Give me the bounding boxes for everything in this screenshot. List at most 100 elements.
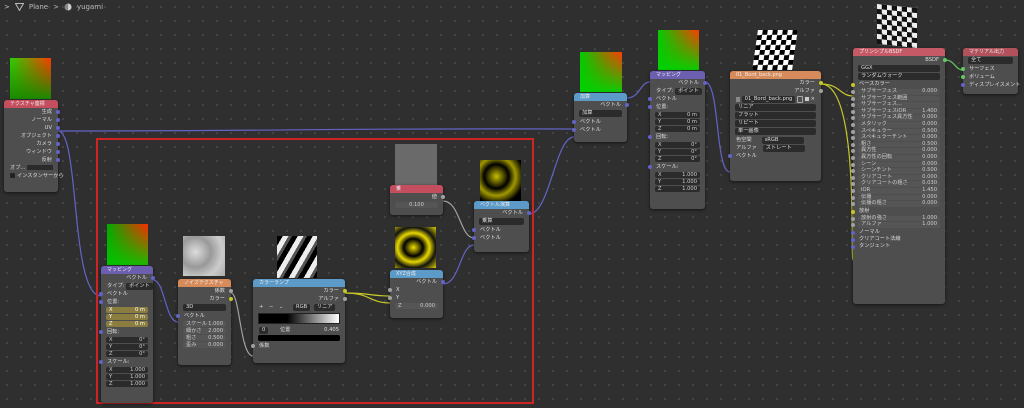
input-socket[interactable] <box>851 129 855 134</box>
dimensions-dropdown[interactable]: 3D <box>183 304 226 311</box>
sss-method-dropdown[interactable]: ランダムウォーク <box>858 73 940 80</box>
bsdf-input-field[interactable]: シーンチント 0.500 <box>851 168 940 174</box>
input-socket[interactable] <box>851 188 855 193</box>
input-socket[interactable] <box>851 230 855 235</box>
node-noise-texture[interactable]: ノイズテクスチャ 係数 カラー 3D ベクトル スケール 1.000 細かさ 2.0… <box>176 279 233 365</box>
output-socket[interactable] <box>151 276 155 280</box>
scale-z[interactable]: Z 1.000 <box>106 381 148 387</box>
interpolation-dropdown[interactable]: リニア <box>313 304 336 311</box>
image-name-field[interactable]: 01_Bord_back.png <box>741 95 796 103</box>
remove-stop-button[interactable]: − <box>269 304 273 310</box>
instancer-checkbox[interactable]: インスタンサーから <box>4 172 64 180</box>
output-socket[interactable] <box>56 158 60 162</box>
input-socket[interactable] <box>851 244 855 249</box>
input-socket[interactable] <box>648 165 652 169</box>
output-socket[interactable] <box>56 126 60 130</box>
object-picker[interactable]: オブ... <box>4 164 58 172</box>
bsdf-input-field[interactable]: スペキュラーチント 0.000 <box>851 135 940 141</box>
rotation-y[interactable]: Y 0° <box>655 149 700 155</box>
output-socket[interactable] <box>56 118 60 122</box>
node-mapping-1[interactable]: マッピング ベクトル タイプ: ポイント ベクトル 位置: X0 m Y0 m … <box>99 266 155 403</box>
output-socket[interactable] <box>527 211 531 215</box>
output-socket[interactable] <box>229 297 233 301</box>
output-socket[interactable] <box>819 89 823 93</box>
input-socket[interactable] <box>472 236 476 240</box>
input-socket[interactable] <box>851 155 855 160</box>
scale-field[interactable]: スケール 1.000 <box>183 321 226 327</box>
location-y[interactable]: Y0 m <box>106 314 148 320</box>
rotation-z[interactable]: Z 0° <box>106 351 148 357</box>
location-z[interactable]: Z0 m <box>106 321 148 327</box>
bsdf-input-field[interactable]: メタリック 0.000 <box>851 121 940 128</box>
input-socket[interactable] <box>851 142 855 147</box>
input-socket[interactable] <box>648 135 652 139</box>
scale-x[interactable]: X 1.000 <box>655 172 700 178</box>
location-y[interactable]: Y0 m <box>655 119 700 125</box>
alpha-mode-dropdown[interactable]: ストレート <box>762 145 805 152</box>
input-socket[interactable] <box>851 83 855 87</box>
input-socket[interactable] <box>851 116 855 121</box>
distortion-field[interactable]: 歪み 0.000 <box>183 342 226 348</box>
color-ramp-widget[interactable] <box>258 313 340 324</box>
operation-dropdown[interactable]: 加算 <box>579 110 622 117</box>
output-socket[interactable] <box>441 195 445 199</box>
input-socket[interactable] <box>388 296 392 300</box>
bsdf-input-field[interactable]: IOR 1.450 <box>851 187 940 194</box>
input-socket[interactable] <box>472 228 476 232</box>
rotation-z[interactable]: Z 0° <box>655 156 700 162</box>
distribution-dropdown[interactable]: GGX <box>858 65 940 72</box>
output-socket[interactable] <box>229 289 233 293</box>
close-icon[interactable]: × <box>811 95 815 103</box>
input-socket[interactable] <box>851 103 855 108</box>
scale-z[interactable]: Z 1.000 <box>655 186 700 192</box>
input-socket[interactable] <box>99 360 103 364</box>
bsdf-input-field[interactable]: 異方性の回転 0.000 <box>851 154 940 161</box>
node-vector-add[interactable]: 加算 ベクトル 加算 ベクトル ベクトル <box>572 93 629 142</box>
node-combine-xyz[interactable]: XYZ合成 ベクトル X Y Z 0.000 <box>388 270 445 318</box>
input-socket[interactable] <box>851 169 855 174</box>
input-socket[interactable] <box>851 90 855 94</box>
location-x[interactable]: X0 m <box>655 112 700 118</box>
checkbox[interactable] <box>10 173 15 178</box>
location-z[interactable]: Z0 m <box>655 126 700 132</box>
operation-dropdown[interactable]: 乗算 <box>479 218 524 225</box>
output-socket[interactable] <box>343 297 347 301</box>
output-socket[interactable] <box>56 134 60 138</box>
image-selector[interactable]: 01_Bord_back.png × <box>730 95 821 103</box>
output-socket[interactable] <box>819 81 823 85</box>
value-field[interactable]: 0.100 <box>395 202 438 208</box>
node-principled-bsdf[interactable]: プリンシプルBSDF BSDF GGX ランダムウォーク ベースカラー サブサー… <box>851 48 947 304</box>
scale-x[interactable]: X 1.000 <box>106 367 148 373</box>
input-socket[interactable] <box>251 344 255 348</box>
target-dropdown[interactable]: 全て <box>968 57 1013 64</box>
input-socket[interactable] <box>961 83 965 87</box>
bsdf-input-field[interactable]: アルファ 1.000 <box>851 222 940 228</box>
input-socket[interactable] <box>851 96 855 101</box>
bsdf-input-field[interactable]: 伝播の粗さ 0.000 <box>851 200 940 207</box>
output-socket[interactable] <box>625 103 629 107</box>
type-dropdown[interactable]: ポイント <box>674 88 702 95</box>
location-x[interactable]: X0 m <box>106 307 148 313</box>
input-socket[interactable] <box>648 97 652 101</box>
colorspace-dropdown[interactable]: sRGB <box>761 137 804 144</box>
input-socket[interactable] <box>851 209 855 214</box>
color-mode-dropdown[interactable]: RGB <box>293 304 311 311</box>
scale-y[interactable]: Y 1.000 <box>106 374 148 380</box>
input-socket[interactable] <box>851 162 855 167</box>
output-socket[interactable] <box>441 280 445 284</box>
node-math-multiply[interactable]: 乗 値 0.100 <box>390 185 445 215</box>
folder-icon[interactable] <box>805 97 809 101</box>
stop-index[interactable]: 0 <box>259 327 269 334</box>
position-field[interactable]: 0.405 <box>324 326 339 334</box>
input-socket[interactable] <box>851 216 855 221</box>
roughness-field[interactable]: 粗さ 0.500 <box>183 335 226 341</box>
node-mapping-2[interactable]: マッピング ベクトル タイプ: ポイント ベクトル 位置: X0 m Y0 m … <box>648 71 707 209</box>
input-socket[interactable] <box>99 330 103 334</box>
input-socket[interactable] <box>851 182 855 187</box>
input-socket[interactable] <box>851 175 855 180</box>
input-socket[interactable] <box>851 195 855 200</box>
input-socket[interactable] <box>99 292 103 296</box>
output-socket[interactable] <box>343 289 347 293</box>
projection-dropdown[interactable]: フラット <box>735 112 816 119</box>
bsdf-input-field[interactable]: サブサーフェス 0.000 <box>851 88 940 95</box>
